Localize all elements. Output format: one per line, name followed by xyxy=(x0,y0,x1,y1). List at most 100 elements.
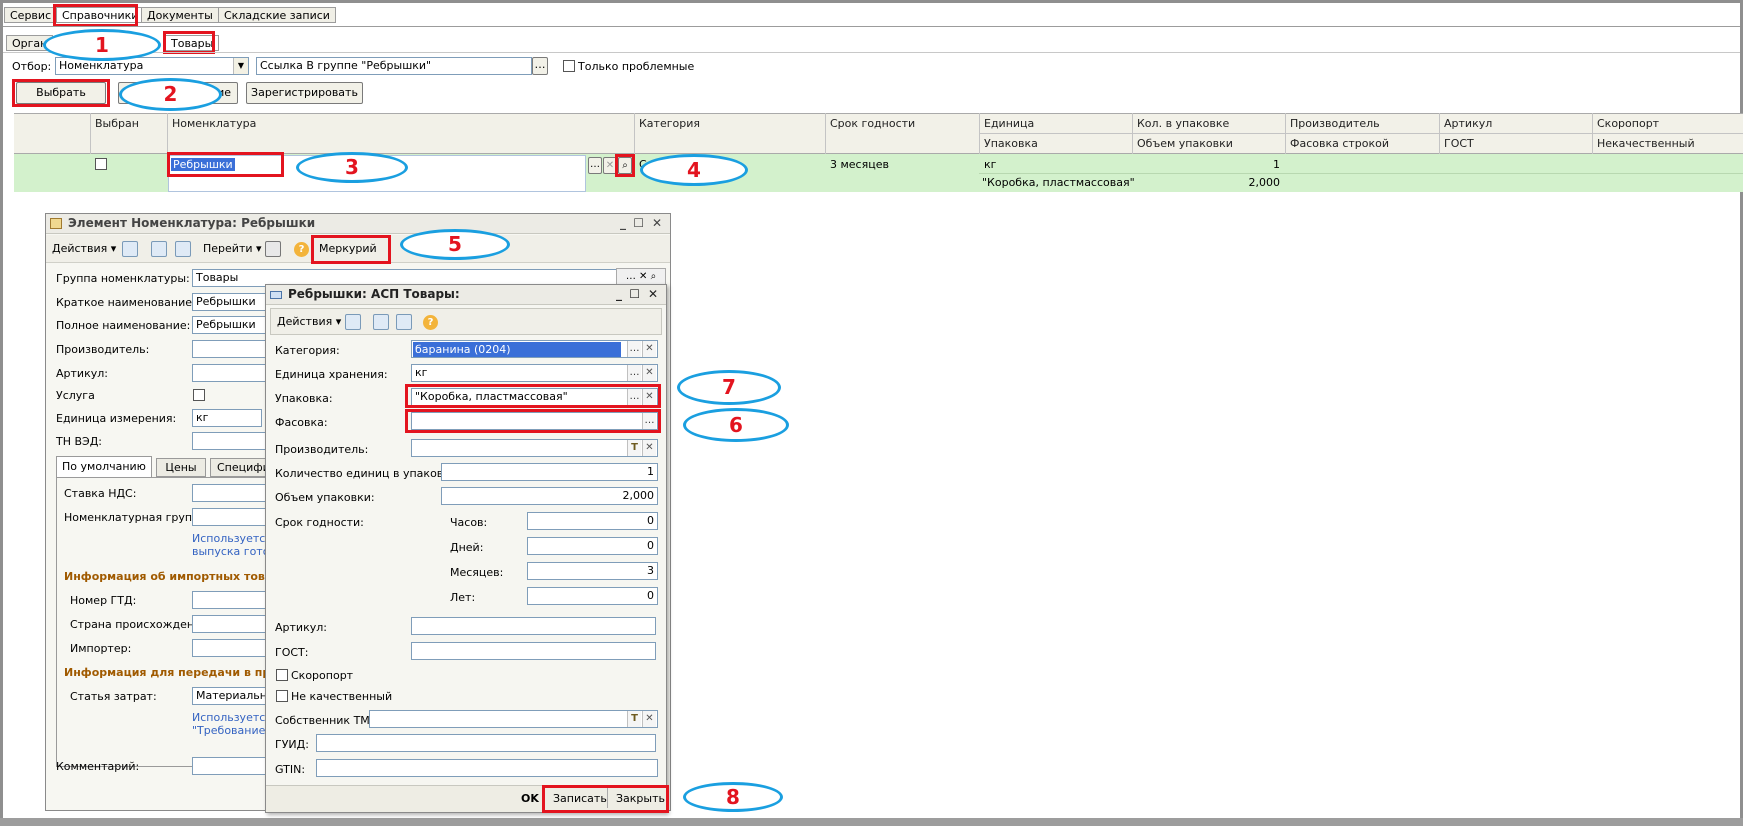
help-icon[interactable]: ? xyxy=(294,242,309,257)
asp-hours-field[interactable]: 0 xyxy=(527,512,658,530)
subtabs-divider xyxy=(3,52,1740,53)
form-icon xyxy=(270,291,282,299)
unit-label: Единица измерения: xyxy=(56,412,177,425)
asp-perishable-checkbox[interactable] xyxy=(276,669,288,681)
asp-category-label: Категория: xyxy=(275,344,340,357)
info-link-1[interactable]: Используется xyxy=(192,532,272,546)
chevron-down-icon[interactable]: ▼ xyxy=(233,58,248,74)
row-shelf-life: 3 месяцев xyxy=(830,158,889,171)
goto-menu[interactable]: Перейти ▾ xyxy=(203,242,262,255)
close-icon[interactable]: ✕ xyxy=(652,214,662,233)
asp-category-ellipsis[interactable]: … xyxy=(627,341,641,357)
asp-article-field[interactable] xyxy=(411,617,656,635)
row-ellipsis-button[interactable]: … xyxy=(588,157,602,174)
asp-units-in-pack-field[interactable]: 1 xyxy=(441,463,658,481)
element-actions-menu[interactable]: Действия ▾ xyxy=(52,242,116,255)
header-pack-volume[interactable]: Объем упаковки xyxy=(1133,137,1233,150)
catalog-icon xyxy=(50,218,62,229)
asp-gost-field[interactable] xyxy=(411,642,656,660)
header-selected[interactable]: Выбран xyxy=(91,117,139,130)
info-link-2[interactable]: выпуска готов xyxy=(192,545,276,559)
asp-months-field[interactable]: 3 xyxy=(527,562,658,580)
tab-documents[interactable]: Документы xyxy=(141,7,219,23)
header-perishable[interactable]: Скоропорт xyxy=(1593,117,1659,130)
service-label: Услуга xyxy=(56,389,95,402)
row-unit: кг xyxy=(984,158,997,171)
row-selected-checkbox[interactable] xyxy=(95,158,107,170)
text-type-icon[interactable]: T xyxy=(627,711,641,727)
asp-manufacturer-clear-icon[interactable]: ✕ xyxy=(642,440,656,456)
save-icon[interactable] xyxy=(122,241,138,257)
ok-button[interactable]: OK xyxy=(521,792,539,805)
copy-icon[interactable] xyxy=(175,241,191,257)
maximize-icon[interactable]: ☐ xyxy=(629,285,640,304)
tab-service[interactable]: Сервис xyxy=(4,7,58,23)
service-checkbox[interactable] xyxy=(193,389,205,401)
header-nomenclature[interactable]: Номенклатура xyxy=(168,117,256,130)
tab-prices[interactable]: Цены xyxy=(156,458,206,477)
asp-tm-owner-clear-icon[interactable]: ✕ xyxy=(642,711,656,727)
register-button[interactable]: Зарегистрировать xyxy=(246,82,363,104)
element-window-titlebar[interactable]: Элемент Номенклатура: Ребрышки _ ☐ ✕ xyxy=(46,214,670,234)
header-gost[interactable]: ГОСТ xyxy=(1440,137,1474,150)
group-label: Группа номенклатуры: xyxy=(56,272,190,285)
tab-defaults[interactable]: По умолчанию xyxy=(56,456,152,477)
asp-tm-owner-field[interactable] xyxy=(369,710,658,728)
asp-storage-unit-ellipsis[interactable]: … xyxy=(627,365,641,381)
asp-storage-unit-clear-icon[interactable]: ✕ xyxy=(642,365,656,381)
asp-defective-checkbox[interactable] xyxy=(276,690,288,702)
highlight-box-6 xyxy=(405,409,661,433)
asp-window[interactable]: Ребрышки: АСП Товары: _ ☐ ✕ Действия ▾ ?… xyxy=(265,284,667,813)
asp-gtin-field[interactable] xyxy=(316,759,658,777)
header-qty-in-pack[interactable]: Кол. в упаковке xyxy=(1133,117,1229,130)
unit-field[interactable]: кг xyxy=(192,409,262,427)
asp-guid-label: ГУИД: xyxy=(275,738,309,751)
header-unit[interactable]: Единица xyxy=(980,117,1034,130)
asp-category-clear-icon[interactable]: ✕ xyxy=(642,341,656,357)
header-fasovka[interactable]: Фасовка строкой xyxy=(1286,137,1389,150)
maximize-icon[interactable]: ☐ xyxy=(633,214,644,233)
filter-value-field[interactable]: Ссылка В группе "Ребрышки" xyxy=(256,57,532,75)
asp-actions-menu[interactable]: Действия ▾ xyxy=(277,315,341,328)
full-name-label: Полное наименование: xyxy=(56,319,191,332)
import-section-title: Информация об импортных товар xyxy=(64,570,281,583)
header-defective[interactable]: Некачественный xyxy=(1593,137,1695,150)
asp-article-label: Артикул: xyxy=(275,621,327,634)
refresh-icon[interactable] xyxy=(151,241,167,257)
list-icon[interactable] xyxy=(265,241,281,257)
filter-value-ellipsis-button[interactable]: … xyxy=(532,57,548,75)
header-manufacturer[interactable]: Производитель xyxy=(1286,117,1380,130)
tab-warehouse-records[interactable]: Складские записи xyxy=(218,7,336,23)
asp-storage-unit-field[interactable]: кг xyxy=(411,364,658,382)
copy-icon[interactable] xyxy=(396,314,412,330)
asp-years-field[interactable]: 0 xyxy=(527,587,658,605)
text-type-icon[interactable]: T xyxy=(627,440,641,456)
info-link-3[interactable]: Используется xyxy=(192,711,272,725)
asp-days-field[interactable]: 0 xyxy=(527,537,658,555)
asp-window-titlebar[interactable]: Ребрышки: АСП Товары: _ ☐ ✕ xyxy=(266,285,666,305)
asp-pack-volume-field[interactable]: 2,000 xyxy=(441,487,658,505)
highlight-box-8 xyxy=(542,785,669,813)
asp-category-value: баранина (0204) xyxy=(413,342,621,357)
help-icon[interactable]: ? xyxy=(423,315,438,330)
save-icon[interactable] xyxy=(345,314,361,330)
minimize-icon[interactable]: _ xyxy=(620,214,626,233)
minimize-icon[interactable]: _ xyxy=(616,285,622,304)
highlight-box-2 xyxy=(12,79,110,107)
asp-shelf-life-label: Срок годности: xyxy=(275,516,364,529)
refresh-icon[interactable] xyxy=(373,314,389,330)
header-category[interactable]: Категория xyxy=(635,117,700,130)
header-packaging[interactable]: Упаковка xyxy=(980,137,1038,150)
asp-guid-field[interactable] xyxy=(316,734,656,752)
callout-2: 2 xyxy=(119,78,222,111)
asp-gtin-label: GTIN: xyxy=(275,763,306,776)
header-shelf-life[interactable]: Срок годности xyxy=(826,117,915,130)
info-link-4[interactable]: "Требование xyxy=(192,724,265,738)
cost-item-label: Статья затрат: xyxy=(70,690,157,703)
header-article[interactable]: Артикул xyxy=(1440,117,1492,130)
asp-manufacturer-field[interactable] xyxy=(411,439,658,457)
close-icon[interactable]: ✕ xyxy=(648,285,658,304)
asp-category-field[interactable]: баранина (0204) xyxy=(411,340,658,358)
callout-5: 5 xyxy=(400,229,510,260)
only-problem-checkbox[interactable] xyxy=(563,60,575,72)
